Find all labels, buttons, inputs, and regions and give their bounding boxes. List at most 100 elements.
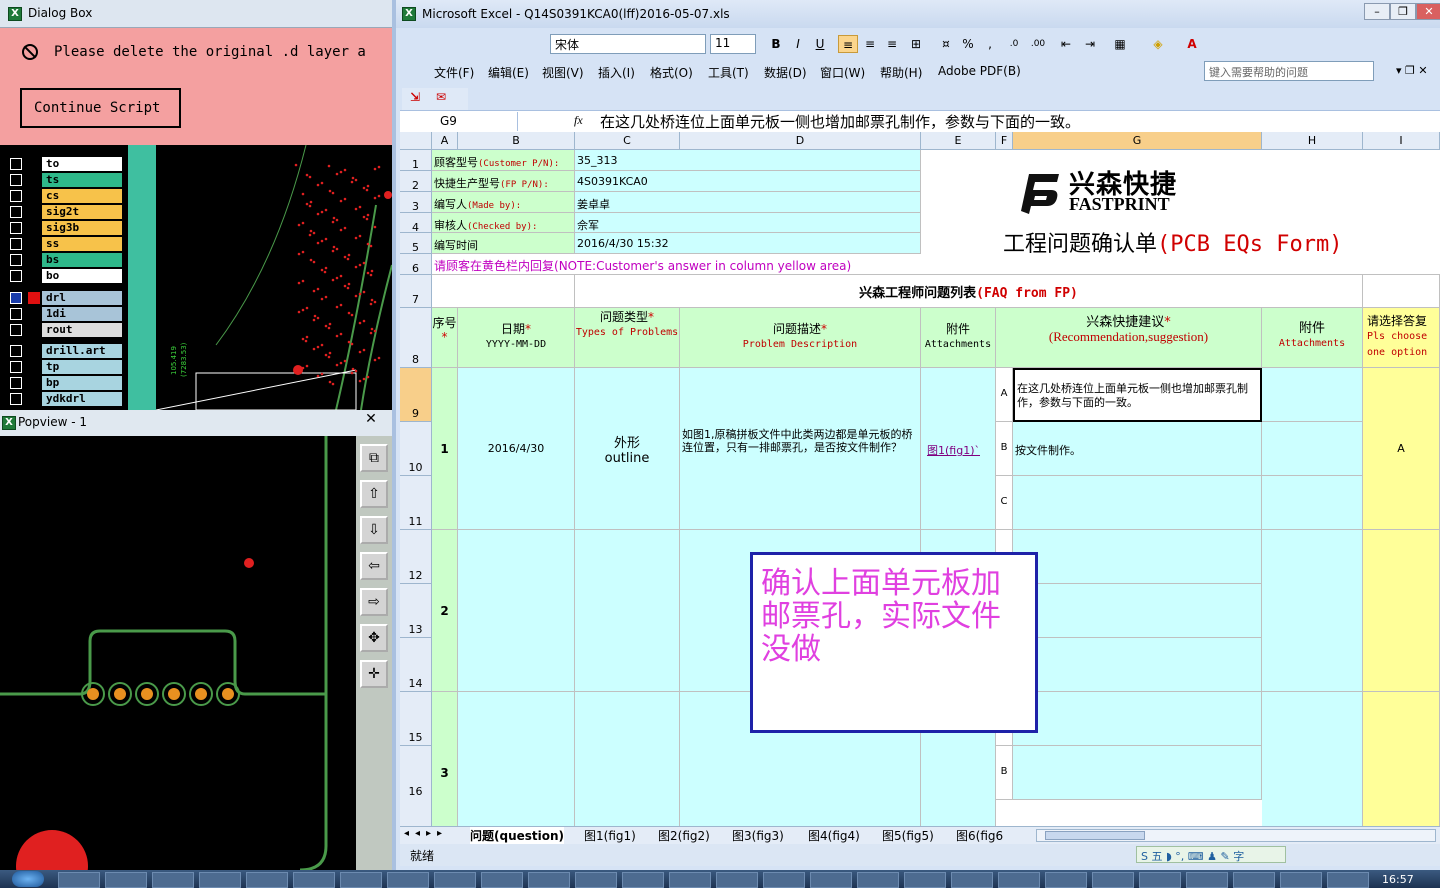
- taskbar-button[interactable]: [810, 872, 852, 888]
- entry-description[interactable]: 如图1,原稿拼板文件中此类两边都是单元板的桥连位置，只有一排邮票孔，是否按文件制…: [680, 368, 921, 530]
- taskbar-button[interactable]: [340, 872, 382, 888]
- layer-checkbox[interactable]: [10, 345, 22, 357]
- entry2-attachment-2[interactable]: [1262, 530, 1363, 692]
- comma-icon[interactable]: ,: [980, 35, 1000, 53]
- taskbar-button[interactable]: [246, 872, 288, 888]
- row-header-3[interactable]: 3: [400, 192, 432, 213]
- taskbar-button[interactable]: [528, 872, 570, 888]
- taskbar-button[interactable]: [1092, 872, 1134, 888]
- entry2-option-b[interactable]: [1013, 584, 1262, 638]
- info-value[interactable]: 4S0391KCA0: [575, 171, 921, 192]
- align-right-icon[interactable]: ≡: [882, 35, 902, 53]
- menu-item[interactable]: 数据(D): [764, 64, 807, 81]
- sheet-tab[interactable]: 图1(fig1): [584, 827, 636, 844]
- row-header-7[interactable]: 7: [400, 275, 432, 308]
- pan-down-icon[interactable]: ⇩: [360, 516, 388, 544]
- taskbar-button[interactable]: [763, 872, 805, 888]
- entry3-option-b[interactable]: [1013, 746, 1262, 800]
- layer-row[interactable]: drill.art: [6, 344, 124, 358]
- currency-icon[interactable]: ¤: [936, 35, 956, 53]
- decrease-decimal-icon[interactable]: .00: [1028, 35, 1048, 53]
- pan-up-icon[interactable]: ⇧: [360, 480, 388, 508]
- layer-checkbox[interactable]: [10, 190, 22, 202]
- layer-visible-checkbox[interactable]: [28, 190, 40, 202]
- layer-row[interactable]: drl: [6, 291, 124, 305]
- horizontal-scrollbar[interactable]: [1036, 829, 1436, 842]
- row-header-10[interactable]: 10: [400, 422, 432, 476]
- cell-h11[interactable]: [1262, 476, 1363, 530]
- zoom-out-icon[interactable]: ✛: [360, 660, 388, 688]
- info-value[interactable]: 35_313: [575, 150, 921, 171]
- layer-visible-checkbox[interactable]: [28, 238, 40, 250]
- layer-visible-checkbox[interactable]: [28, 345, 40, 357]
- taskbar-button[interactable]: [1139, 872, 1181, 888]
- cell-h10[interactable]: [1262, 422, 1363, 476]
- entry3-answer[interactable]: [1363, 692, 1440, 827]
- menu-item[interactable]: 文件(F): [434, 64, 474, 81]
- taskbar-button[interactable]: [58, 872, 100, 888]
- increase-indent-icon[interactable]: ⇥: [1080, 35, 1100, 53]
- menu-item[interactable]: 格式(O): [650, 64, 693, 81]
- info-value[interactable]: 姜卓卓: [575, 192, 921, 213]
- taskbar-button[interactable]: [199, 872, 241, 888]
- layer-row[interactable]: bs: [6, 253, 124, 267]
- entry3-date[interactable]: [458, 692, 575, 827]
- cell-a7[interactable]: [432, 275, 575, 308]
- layer-row[interactable]: tp: [6, 360, 124, 374]
- layer-visible-checkbox[interactable]: [28, 174, 40, 186]
- answer-cell[interactable]: A: [1363, 368, 1440, 530]
- entry-attachment-link[interactable]: 图1(fig1)`: [921, 368, 996, 530]
- row-header-1[interactable]: 1: [400, 150, 432, 171]
- floating-comment-textbox[interactable]: 确认上面单元板加邮票孔，实际文件没做: [750, 552, 1038, 733]
- row-header-2[interactable]: 2: [400, 171, 432, 192]
- taskbar-button[interactable]: [622, 872, 664, 888]
- taskbar-button[interactable]: [105, 872, 147, 888]
- taskbar-button[interactable]: [1327, 872, 1369, 888]
- spreadsheet-grid[interactable]: A B C D E F G H I 1 2 3 4 5 6 7 8 9 10 1…: [400, 132, 1440, 827]
- row-header-4[interactable]: 4: [400, 213, 432, 234]
- restore-window-icon[interactable]: ▾ ❐ ✕: [1396, 64, 1428, 77]
- layer-checkbox[interactable]: [10, 222, 22, 234]
- menu-item[interactable]: 窗口(W): [820, 64, 865, 81]
- taskbar-button[interactable]: [1045, 872, 1087, 888]
- col-header-a[interactable]: A: [432, 132, 458, 150]
- maximize-icon[interactable]: ❐: [1390, 3, 1416, 20]
- taskbar-button[interactable]: [293, 872, 335, 888]
- taskbar-button[interactable]: [1280, 872, 1322, 888]
- info-value[interactable]: 2016/4/30 15:32: [575, 233, 921, 254]
- layer-row[interactable]: rout: [6, 323, 124, 337]
- layer-checkbox[interactable]: [10, 254, 22, 266]
- option-a-cell-g9[interactable]: 在这几处桥连位上面单元板一侧也增加邮票孔制作，参数与下面的一致。: [1013, 368, 1262, 422]
- layer-scroll-strip[interactable]: [128, 145, 156, 410]
- italic-icon[interactable]: I: [788, 35, 808, 53]
- row-header-5[interactable]: 5: [400, 233, 432, 254]
- taskbar-button[interactable]: [152, 872, 194, 888]
- layer-row[interactable]: cs: [6, 189, 124, 203]
- row-header-15[interactable]: 15: [400, 692, 432, 746]
- menu-item[interactable]: Adobe PDF(B): [938, 64, 1021, 78]
- zoom-in-icon[interactable]: ✥: [360, 624, 388, 652]
- row-header-14[interactable]: 14: [400, 638, 432, 692]
- col-header-d[interactable]: D: [680, 132, 921, 150]
- layer-checkbox[interactable]: [10, 158, 22, 170]
- layer-row[interactable]: bo: [6, 269, 124, 283]
- taskbar-button[interactable]: [1186, 872, 1228, 888]
- col-header-g[interactable]: G: [1013, 132, 1262, 150]
- row-header-11[interactable]: 11: [400, 476, 432, 530]
- entry2-option-c[interactable]: [1013, 638, 1262, 692]
- menu-item[interactable]: 编辑(E): [488, 64, 529, 81]
- layer-checkbox[interactable]: [10, 377, 22, 389]
- taskbar-button[interactable]: [716, 872, 758, 888]
- taskbar-button[interactable]: [481, 872, 523, 888]
- entry2-date[interactable]: [458, 530, 575, 692]
- start-button[interactable]: [12, 871, 44, 887]
- row-header-8[interactable]: 8: [400, 308, 432, 368]
- borders-icon[interactable]: ▦: [1110, 35, 1130, 53]
- sheet-tab[interactable]: 图2(fig2): [658, 827, 710, 844]
- layer-checkbox[interactable]: [10, 206, 22, 218]
- col-header-e[interactable]: E: [921, 132, 996, 150]
- underline-icon[interactable]: U: [810, 35, 830, 53]
- layer-checkbox[interactable]: [10, 292, 22, 304]
- row-header-13[interactable]: 13: [400, 584, 432, 638]
- entry-type[interactable]: 外形 outline: [575, 368, 680, 530]
